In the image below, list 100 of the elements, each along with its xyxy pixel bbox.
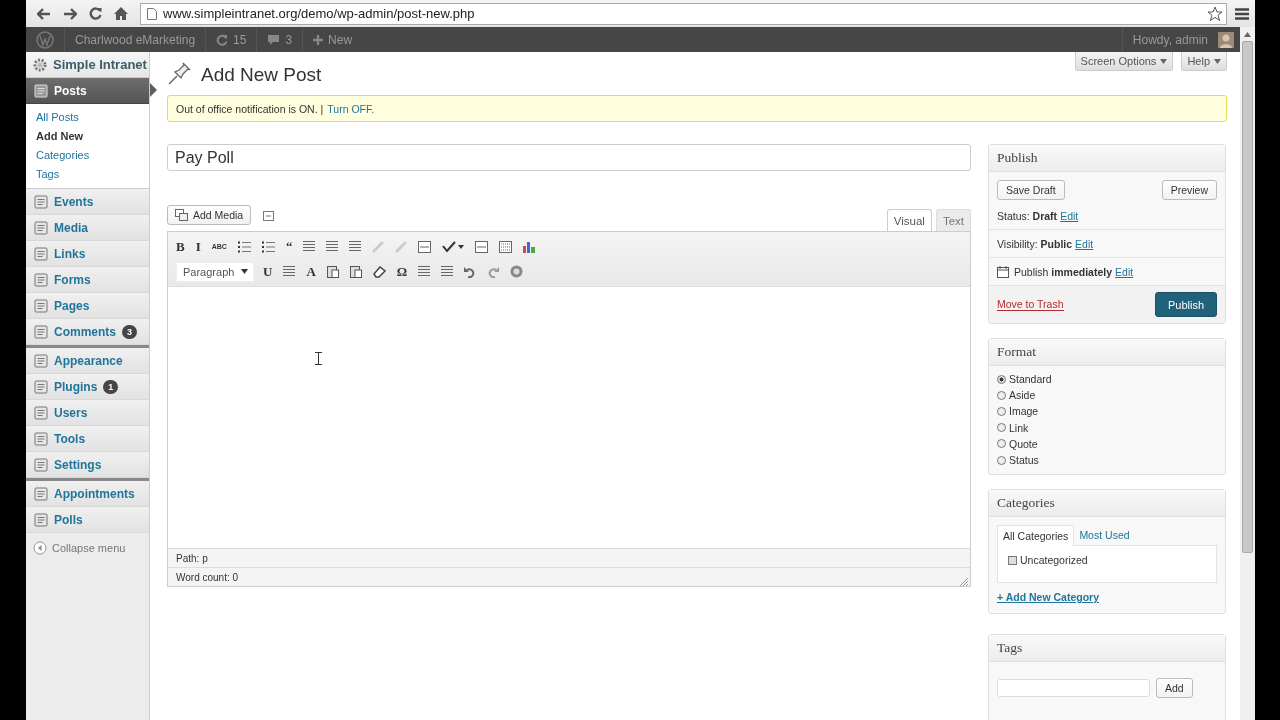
collapse-menu-button[interactable]: Collapse menu — [26, 533, 149, 555]
comments-link[interactable]: 3 — [256, 27, 303, 52]
post-title-field[interactable]: Pay Poll — [167, 144, 971, 171]
menu-item[interactable]: Settings — [26, 452, 149, 478]
turn-off-link[interactable]: Turn OFF. — [327, 102, 375, 115]
refresh-icon — [216, 33, 229, 46]
count-badge: 1 — [103, 379, 119, 394]
reload-icon[interactable] — [89, 7, 102, 20]
add-tag-button[interactable]: Add — [1156, 678, 1193, 699]
submenu-item[interactable]: Tags — [36, 165, 149, 184]
spellcheck-icon[interactable] — [442, 240, 465, 253]
forward-icon[interactable] — [63, 7, 77, 20]
add-category-link[interactable]: + Add New Category — [997, 591, 1099, 604]
brand-menu-item[interactable]: Simple Intranet — [26, 52, 149, 78]
category-tab[interactable]: Most Used — [1074, 525, 1135, 547]
menu-item[interactable]: Appointments — [26, 481, 149, 507]
toolbar-button[interactable]: A — [306, 263, 316, 280]
updates-link[interactable]: 15 — [205, 27, 257, 52]
move-to-trash-link[interactable]: Move to Trash — [997, 298, 1064, 311]
submenu-item[interactable]: Add New — [36, 127, 149, 146]
save-draft-button[interactable]: Save Draft — [997, 180, 1065, 200]
radio-button[interactable] — [997, 439, 1006, 449]
undo-icon[interactable] — [464, 265, 477, 278]
box-title: Tags — [989, 635, 1225, 663]
align-icon[interactable] — [441, 266, 454, 277]
menu-item[interactable]: Comments 3 — [26, 319, 149, 345]
menu-item[interactable]: Media — [26, 215, 149, 241]
submenu-item[interactable]: All Posts — [36, 108, 149, 127]
edit-link[interactable]: Edit — [1115, 265, 1134, 278]
home-icon[interactable] — [114, 7, 128, 20]
radio-label: Aside — [1009, 389, 1036, 402]
page-icon — [147, 7, 157, 20]
menu-item[interactable]: Tools — [26, 426, 149, 452]
box-icon[interactable] — [475, 240, 489, 253]
toolbar-button[interactable]: I — [195, 238, 201, 255]
menu-item[interactable]: Polls — [26, 507, 149, 533]
toolbar-button[interactable]: U — [263, 263, 273, 280]
menu-item-icon — [34, 324, 48, 339]
menu-item-icon — [34, 220, 48, 235]
address-bar[interactable]: www.simpleintranet.org/demo/wp-admin/post-new.php — [140, 2, 1227, 25]
radio-button[interactable] — [997, 455, 1006, 465]
menu-item[interactable]: Users — [26, 400, 149, 426]
toolbar-button[interactable]: B — [176, 238, 185, 255]
category-tab[interactable]: All Categories — [997, 525, 1075, 547]
bar-chart-icon[interactable] — [523, 240, 537, 253]
box-title: Format — [989, 339, 1225, 366]
menu-item[interactable]: Pages — [26, 293, 149, 319]
eraser-icon[interactable] — [372, 265, 386, 278]
radio-button[interactable] — [997, 374, 1006, 384]
list-icon[interactable] — [237, 240, 251, 253]
box-icon[interactable] — [418, 240, 432, 253]
word-count: Word count: 0 — [176, 571, 239, 583]
radio-label: Image — [1009, 405, 1039, 418]
menu-item[interactable]: Plugins 1 — [26, 374, 149, 400]
menu-item[interactable]: Appearance — [26, 348, 149, 374]
editor-tab[interactable]: Text — [935, 209, 971, 231]
publish-button[interactable]: Publish — [1154, 292, 1217, 317]
caret-icon — [1214, 58, 1221, 64]
menu-icon[interactable] — [1235, 7, 1249, 20]
clipboard-icon[interactable] — [326, 265, 339, 278]
screen-options-button[interactable]: Screen Options — [1074, 52, 1174, 71]
list-icon[interactable] — [261, 240, 275, 253]
preview-button[interactable]: Preview — [1161, 180, 1217, 200]
format-select[interactable]: Paragraph — [176, 261, 254, 282]
scrollbar[interactable] — [1240, 27, 1255, 720]
up-arrow-icon[interactable] — [1244, 32, 1251, 37]
clipboard-icon[interactable] — [349, 265, 362, 278]
radio-label: Quote — [1009, 437, 1038, 450]
menu-item[interactable]: Links — [26, 241, 149, 267]
toolbar-button[interactable]: Ω — [396, 263, 408, 280]
star-icon[interactable] — [1207, 5, 1223, 22]
radio-label: Status — [1009, 454, 1039, 467]
align-icon[interactable] — [326, 241, 339, 252]
menu-item[interactable]: Events — [26, 189, 149, 215]
edit-link[interactable]: Edit — [1060, 209, 1079, 222]
align-icon[interactable] — [283, 266, 296, 277]
toolbar-button[interactable]: “ — [285, 238, 293, 255]
submenu-item[interactable]: Categories — [36, 146, 149, 165]
radio-button[interactable] — [997, 390, 1006, 400]
edit-link[interactable]: Edit — [1075, 237, 1094, 250]
resize-handle-icon[interactable] — [959, 577, 968, 586]
editor-tab[interactable]: Visual — [886, 209, 932, 231]
form-icon[interactable] — [263, 211, 275, 221]
caret-icon — [1160, 58, 1168, 64]
add-media-button[interactable]: Add Media — [167, 205, 252, 225]
grid-icon[interactable] — [499, 240, 513, 253]
count-badge: 3 — [122, 324, 138, 339]
help-button[interactable]: Help — [1181, 52, 1227, 71]
radio-button[interactable] — [997, 423, 1006, 433]
new-link[interactable]: New — [302, 27, 363, 52]
menu-item[interactable]: Forms — [26, 267, 149, 293]
radio-button[interactable] — [997, 406, 1006, 416]
align-icon[interactable] — [418, 266, 431, 277]
box-title: Publish — [989, 145, 1225, 172]
align-icon[interactable] — [303, 241, 316, 252]
align-icon[interactable] — [349, 241, 362, 252]
checkbox[interactable] — [1008, 555, 1017, 565]
back-icon[interactable] — [37, 7, 51, 20]
page-title: Add New Post — [201, 64, 322, 86]
tag-input-field[interactable] — [997, 679, 1150, 698]
